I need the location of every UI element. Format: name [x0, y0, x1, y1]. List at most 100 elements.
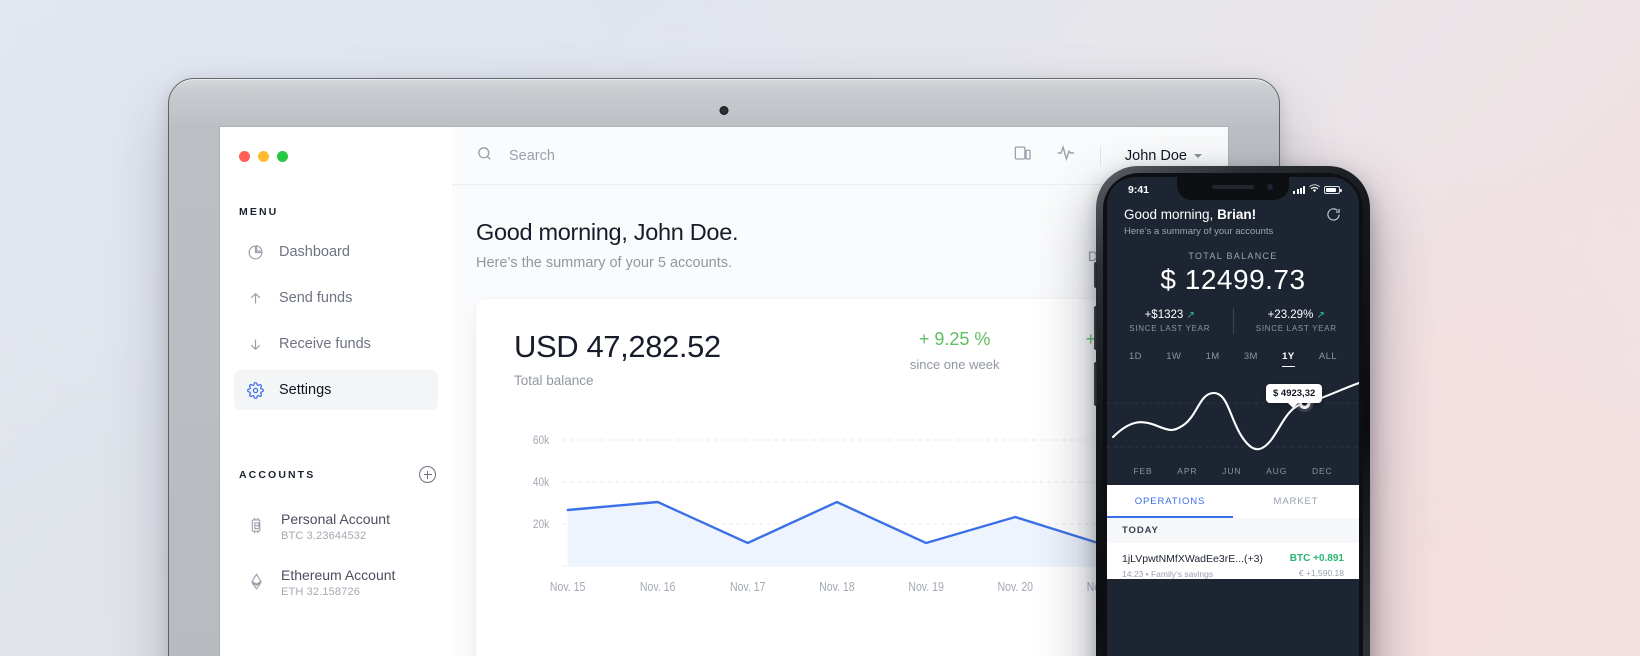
balance-card: USD 47,282.52 Total balance + 9.25 % sin…	[476, 299, 1202, 656]
phone-chart-x-labels: FEB APR JUN AUG DEC	[1107, 459, 1359, 485]
phone-transactions-list: TODAY 1jLVpwtNMfXWadEe3rE...(+3) 14:23 •…	[1107, 518, 1359, 579]
phone-total-balance-amount: $ 12499.73	[1160, 264, 1306, 295]
phone-volume-down-button[interactable]	[1094, 362, 1097, 406]
sidebar-item-receive-funds[interactable]: Receive funds	[234, 324, 438, 364]
transaction-crypto-amount: BTC +0.891	[1289, 553, 1344, 564]
arrow-up-icon	[246, 289, 264, 307]
phone-chart-x-label: DEC	[1311, 466, 1333, 476]
svg-text:Nov. 20: Nov. 20	[998, 581, 1033, 594]
search-icon	[476, 145, 493, 166]
account-balance: BTC 3.23644532	[281, 529, 367, 542]
sidebar-item-label: Dashboard	[279, 244, 350, 260]
chart-svg: 60k 40k 20k Nov. 15 Nov. 16 Nov. 17 Nov.…	[533, 434, 1194, 594]
plus-circle-icon[interactable]	[419, 466, 436, 483]
tab-operations[interactable]: OPERATIONS	[1107, 485, 1233, 518]
wifi-icon	[1309, 184, 1320, 196]
phone-chart-tooltip: $ 4923,32	[1266, 384, 1323, 408]
phone-chart-x-label: AUG	[1266, 466, 1288, 476]
svg-text:Nov. 17: Nov. 17	[730, 581, 765, 594]
stat-percent-change: + 9.25 % since one week	[910, 329, 1000, 372]
transaction-fiat-amount: € +1,590.18	[1298, 568, 1344, 578]
sidebar-item-dashboard[interactable]: Dashboard	[234, 232, 438, 272]
stat-value: + 9.25 %	[918, 329, 991, 349]
table-row[interactable]: 1jLVpwtNMfXWadEe3rE...(+3) 14:23 • Famil…	[1107, 543, 1359, 579]
sidebar-item-send-funds[interactable]: Send funds	[234, 278, 438, 318]
phone-range-1d[interactable]: 1D	[1129, 351, 1142, 367]
phone-stat-number: +$1323	[1144, 309, 1184, 321]
phone-range-1w[interactable]: 1W	[1166, 351, 1181, 367]
transactions-date-header: TODAY	[1107, 518, 1359, 543]
account-balance: ETH 32.158726	[281, 585, 361, 598]
maximize-window-button[interactable]	[277, 151, 288, 162]
minimize-window-button[interactable]	[258, 151, 269, 162]
svg-text:Nov. 16: Nov. 16	[640, 581, 675, 594]
stat-label: since one week	[909, 357, 1000, 372]
user-name-label: John Doe	[1124, 147, 1187, 164]
phone-range-1y[interactable]: 1Y	[1282, 351, 1295, 367]
phone-stat-absolute: +$1323 ↗ SINCE LAST YEAR	[1107, 309, 1233, 333]
trend-up-arrow-icon: ↗	[1186, 310, 1195, 321]
activity-pulse-icon[interactable]	[1056, 143, 1076, 168]
window-traffic-lights	[220, 127, 452, 162]
sidebar-item-label: Settings	[279, 382, 332, 398]
phone-volume-up-button[interactable]	[1094, 306, 1097, 350]
transaction-amounts: BTC +0.891 € +1,590.18	[1290, 553, 1344, 578]
arrow-down-icon	[246, 335, 264, 353]
phone-range-all[interactable]: ALL	[1319, 351, 1337, 367]
phone-range-1m[interactable]: 1M	[1206, 351, 1220, 367]
chart-x-axis-labels: Nov. 15 Nov. 16 Nov. 17 Nov. 18 Nov. 19 …	[550, 581, 1122, 594]
phone-chart-x-label: FEB	[1133, 466, 1153, 476]
transaction-address: 1jLVpwtNMfXWadEe3rE...(+3)	[1122, 553, 1263, 565]
transaction-info: 1jLVpwtNMfXWadEe3rE...(+3) 14:23 • Famil…	[1122, 553, 1263, 579]
phone-mute-button[interactable]	[1094, 262, 1097, 288]
trend-up-arrow-icon: ↗	[1316, 310, 1325, 321]
phone-stat-label: SINCE LAST YEAR	[1255, 324, 1337, 333]
phone-header: Good morning, Brian! Here’s a summary of…	[1107, 196, 1359, 237]
page-subtitle: Here’s the summary of your 5 accounts.	[476, 255, 733, 271]
devices-icon[interactable]	[1013, 144, 1032, 168]
phone-stat-percent: +23.29% ↗ SINCE LAST YEAR	[1234, 309, 1360, 333]
phone-range-selector: 1D 1W 1M 3M 1Y ALL	[1107, 351, 1359, 367]
account-name: Ethereum Account	[281, 566, 396, 583]
gear-icon	[246, 381, 264, 399]
list-item[interactable]: Ethereum Account ETH 32.158726	[234, 557, 438, 607]
close-window-button[interactable]	[239, 151, 250, 162]
search-placeholder-text: Search	[509, 147, 555, 164]
phone-line-chart: $ 4923,32	[1107, 375, 1359, 459]
phone-greeting-subtitle: Here’s a summary of your accounts	[1124, 226, 1274, 237]
sidebar-item-label: Send funds	[279, 290, 353, 306]
phone-total-balance-label: TOTAL BALANCE	[1188, 251, 1278, 261]
battery-icon	[1324, 186, 1342, 194]
phone-stats-row: +$1323 ↗ SINCE LAST YEAR +23.29% ↗ SINCE…	[1107, 308, 1359, 334]
greeting-block: Good morning, John Doe. Here’s the summa…	[476, 219, 739, 271]
phone-greeting-block: Good morning, Brian! Here’s a summary of…	[1124, 207, 1273, 237]
svg-text:Nov. 19: Nov. 19	[908, 581, 943, 594]
phone-screen: 9:41 Good morning, Brian! Here’s a summa…	[1107, 177, 1359, 656]
front-camera-icon	[1267, 184, 1273, 190]
phone-range-3m[interactable]: 3M	[1244, 351, 1258, 367]
chevron-down-icon	[1194, 153, 1202, 158]
refresh-icon[interactable]	[1326, 207, 1341, 227]
phone-chart-x-label: APR	[1177, 466, 1198, 476]
tab-market[interactable]: MARKET	[1233, 485, 1359, 518]
phone-greeting: Good morning, Brian!	[1124, 207, 1273, 222]
menu-section-label: MENU	[239, 206, 279, 218]
chart-y-axis-labels: 60k 40k 20k	[533, 434, 550, 531]
phone-notch	[1177, 177, 1289, 200]
list-item[interactable]: Personal Account BTC 3.23644532	[234, 501, 438, 551]
sidebar-item-settings[interactable]: Settings	[234, 370, 438, 410]
laptop-screen: MENU Dashboard Send funds Receive funds …	[220, 127, 1228, 656]
phone-greeting-text: Good morning,	[1124, 207, 1218, 222]
svg-text:40k: 40k	[533, 476, 550, 489]
phone-chart-line	[1111, 381, 1359, 451]
phone-chart-x-label: JUN	[1222, 466, 1242, 476]
svg-text:Nov. 18: Nov. 18	[819, 581, 854, 594]
search-input[interactable]: Search	[476, 145, 555, 166]
app-window: MENU Dashboard Send funds Receive funds …	[220, 127, 1228, 656]
accounts-section-header: ACCOUNTS	[220, 466, 452, 483]
user-menu[interactable]: John Doe	[1125, 148, 1202, 164]
bitcoin-icon	[246, 515, 266, 537]
accounts-section-label: ACCOUNTS	[239, 468, 316, 481]
phone-tabs: OPERATIONS MARKET	[1107, 485, 1359, 518]
phone-stat-value: +23.29% ↗	[1234, 309, 1360, 321]
